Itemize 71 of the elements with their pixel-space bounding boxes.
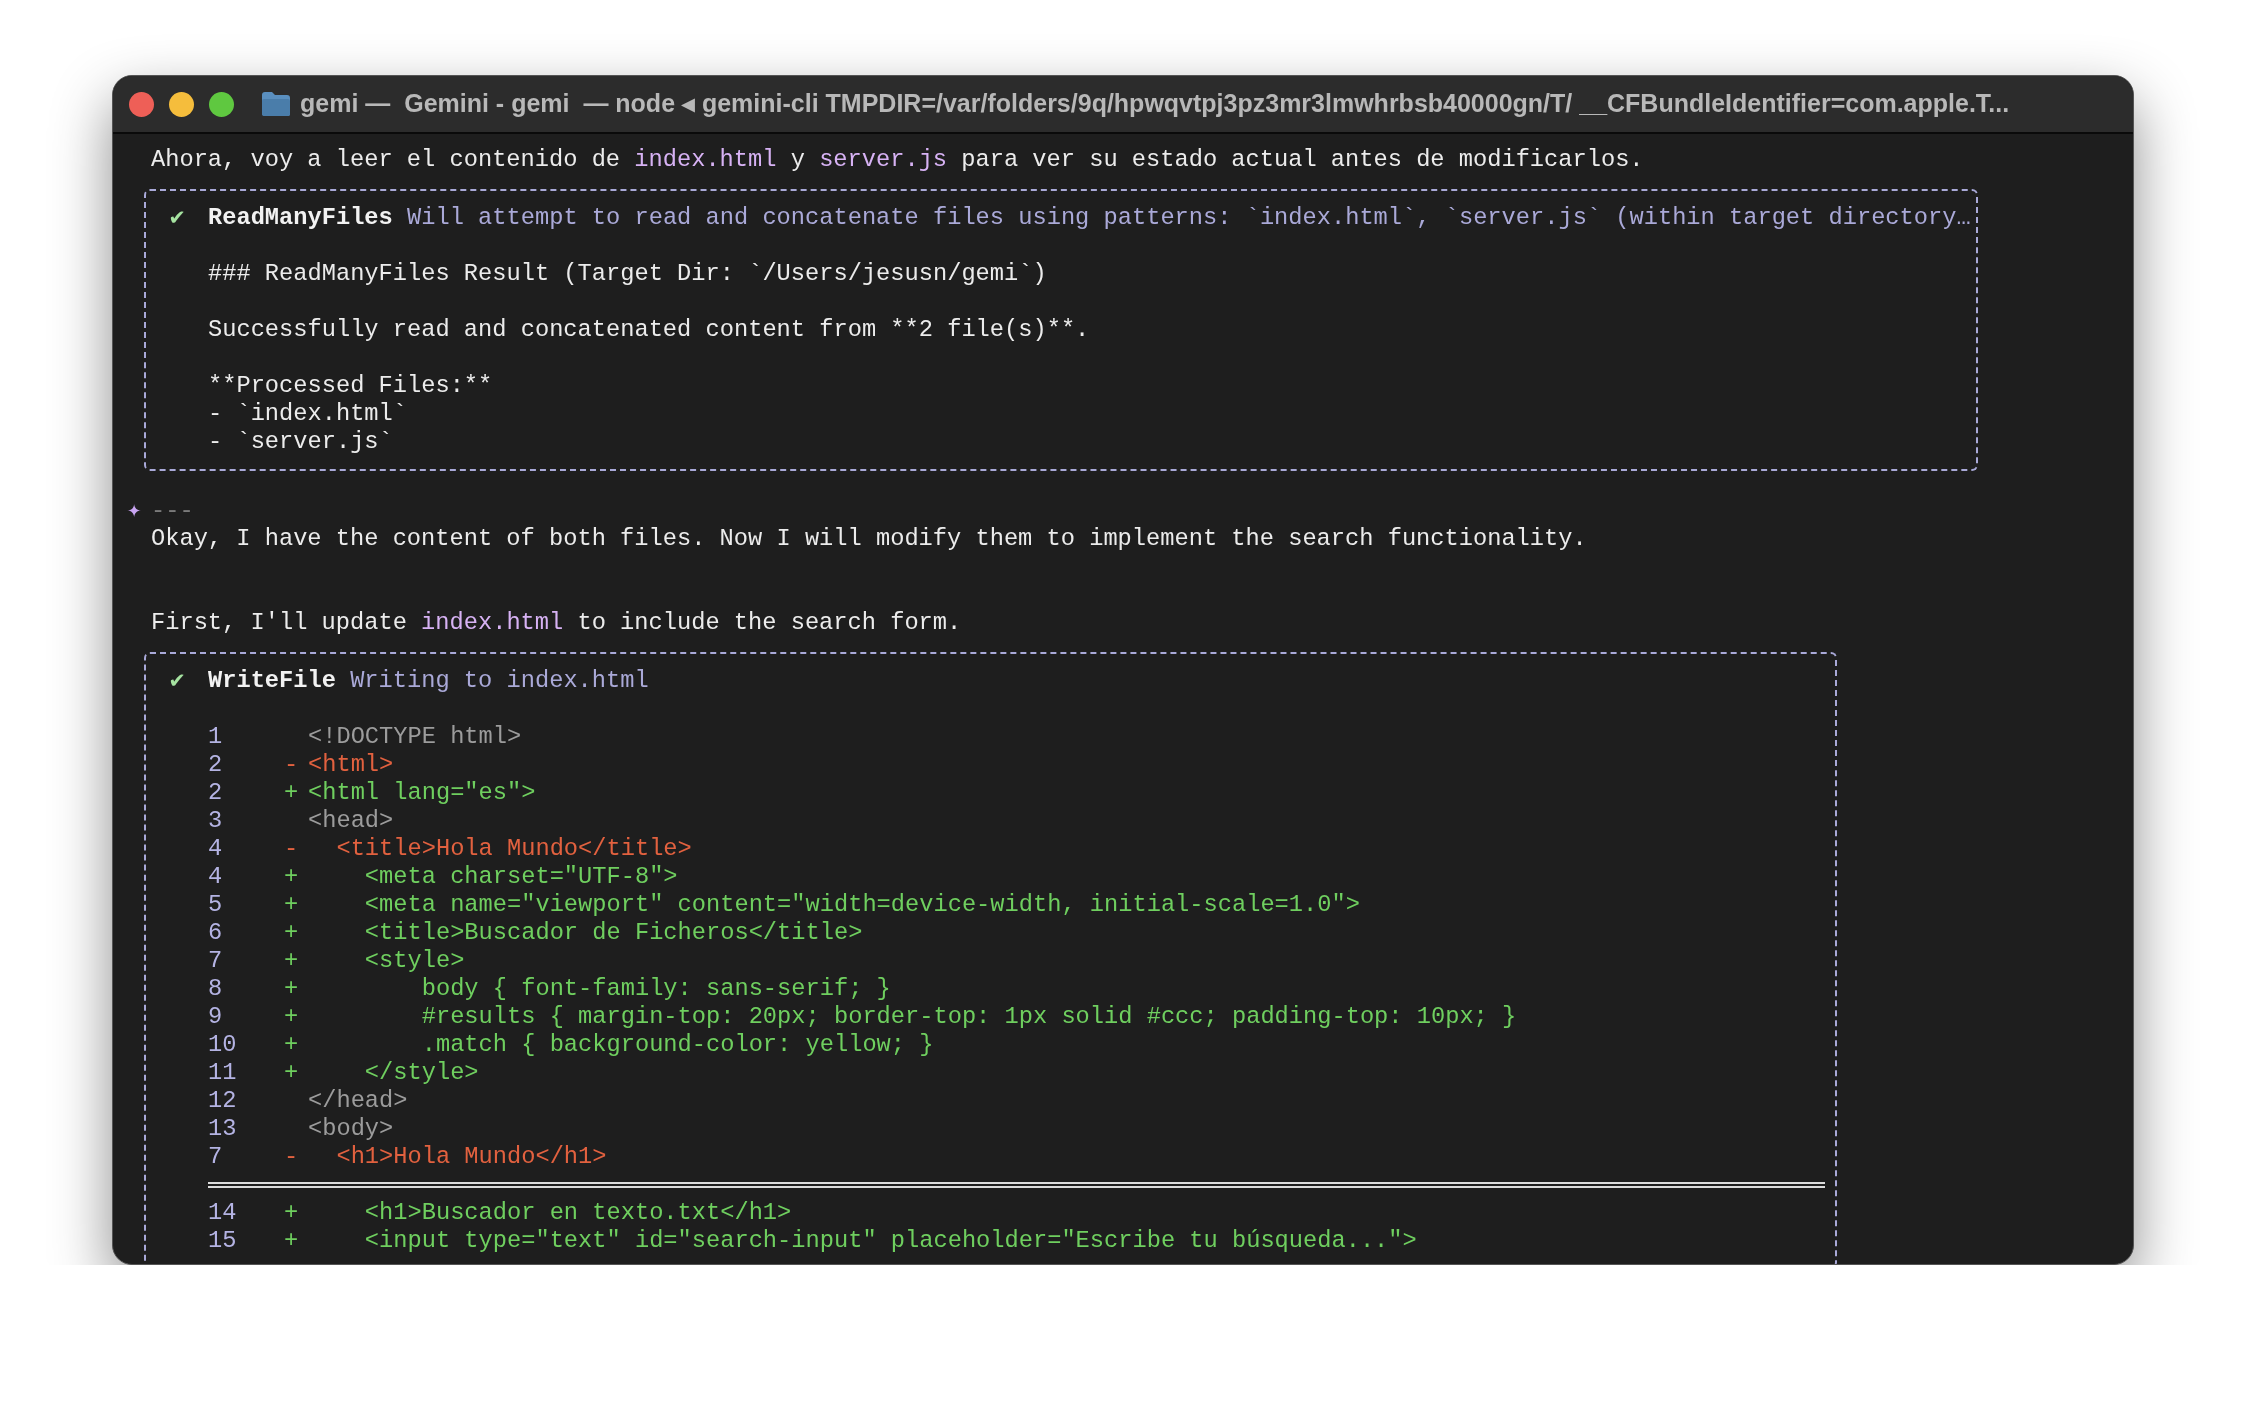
diff-sign: - bbox=[284, 835, 300, 863]
message-text: Ahora, voy a leer el contenido de index.html y server.js para ver su estado actual antes de modificarlos. bbox=[151, 146, 1645, 174]
line-number: 4 bbox=[208, 863, 224, 891]
code-line: <body> bbox=[308, 1115, 394, 1143]
folder-icon bbox=[261, 91, 291, 117]
tool-description: Will attempt to read and concatenate files using patterns: `index.html`, `server.js` (within target directory… bbox=[407, 204, 1971, 232]
diff-sign: + bbox=[284, 779, 300, 807]
code-line: <title>Hola Mundo</title> bbox=[335, 835, 692, 863]
code-line: <title>Buscador de Ficheros</title> bbox=[363, 919, 863, 947]
code-line: <h1>Buscador en texto.txt</h1> bbox=[363, 1199, 792, 1227]
code-line: <html> bbox=[308, 751, 394, 779]
diff-sign: + bbox=[284, 1199, 300, 1227]
code-line: </head> bbox=[308, 1087, 408, 1115]
diff-sign: + bbox=[284, 1031, 300, 1059]
message-text: Okay, I have the content of both files. Now I will modify them to implement the search functionality. bbox=[151, 525, 1588, 553]
zoom-button[interactable] bbox=[209, 91, 234, 117]
diff-sign: + bbox=[284, 1003, 300, 1031]
line-number: 13 bbox=[208, 1115, 238, 1143]
line-number: 15 bbox=[208, 1227, 238, 1255]
tool-description: Writing to index.html bbox=[350, 667, 649, 695]
output-line: Successfully read and concatenated content from **2 file(s)**. bbox=[208, 316, 1091, 344]
diff-sign: + bbox=[284, 975, 300, 1003]
output-line: - `index.html` bbox=[208, 400, 408, 428]
close-button[interactable] bbox=[129, 91, 154, 117]
window-title: gemi — Gemini - gemi — node ◂ gemini-cli TMPDIR=/var/folders/9q/hpwqvtpj3pz3mr3lmwhrbsb40000gn/T/ __CFBundleIdentifier=com.apple.T... bbox=[300, 88, 2010, 120]
code-line: <html lang="es"> bbox=[308, 779, 536, 807]
code-line: <meta name="viewport" content="width=device-width, initial-scale=1.0"> bbox=[363, 891, 1360, 919]
output-line: **Processed Files:** bbox=[208, 372, 494, 400]
code-line: <!DOCTYPE html> bbox=[308, 723, 522, 751]
diff-sign: + bbox=[284, 919, 300, 947]
diff-sign: - bbox=[284, 751, 300, 779]
code-line: body { font-family: sans-serif; } bbox=[420, 975, 891, 1003]
line-number: 4 bbox=[208, 835, 224, 863]
line-number: 2 bbox=[208, 751, 224, 779]
diff-sign: + bbox=[284, 947, 300, 975]
code-line: <style> bbox=[363, 947, 465, 975]
line-number: 12 bbox=[208, 1087, 238, 1115]
line-number: 8 bbox=[208, 975, 224, 1003]
diff-sign: + bbox=[284, 1227, 300, 1255]
check-icon: ✔ bbox=[170, 667, 208, 695]
code-line: <h1>Hola Mundo</h1> bbox=[335, 1143, 607, 1171]
line-number: 7 bbox=[208, 1143, 224, 1171]
diff-sign: + bbox=[284, 863, 300, 891]
tool-name: ReadManyFiles bbox=[208, 204, 393, 232]
code-line: .match { background-color: yellow; } bbox=[420, 1031, 934, 1059]
line-number: 3 bbox=[208, 807, 224, 835]
code-line: #results { margin-top: 20px; border-top: 1px solid #ccc; padding-top: 10px; } bbox=[420, 1003, 1517, 1031]
diff-sign: - bbox=[284, 1143, 300, 1171]
line-number: 14 bbox=[208, 1199, 238, 1227]
sparkle-icon: ✦ bbox=[127, 497, 142, 525]
output-line: - `server.js` bbox=[208, 428, 394, 456]
output-line: ### ReadManyFiles Result (Target Dir: `/Users/jesusn/gemi`) bbox=[208, 260, 1048, 288]
check-icon: ✔ bbox=[170, 204, 208, 232]
line-number: 1 bbox=[208, 723, 224, 751]
line-number: 10 bbox=[208, 1031, 238, 1059]
code-line: <input type="text" id="search-input" placeholder="Escribe tu búsqueda..."> bbox=[363, 1227, 1417, 1255]
code-line: <meta charset="UTF-8"> bbox=[363, 863, 678, 891]
line-number: 11 bbox=[208, 1059, 238, 1087]
line-number: 6 bbox=[208, 919, 224, 947]
diff-sign: + bbox=[284, 1059, 300, 1087]
line-number: 5 bbox=[208, 891, 224, 919]
line-number: 7 bbox=[208, 947, 224, 975]
code-line: </style> bbox=[363, 1059, 479, 1087]
message-text: --- bbox=[151, 497, 195, 525]
line-number: 9 bbox=[208, 1003, 224, 1031]
line-number: 2 bbox=[208, 779, 224, 807]
code-line: <head> bbox=[308, 807, 394, 835]
tool-name: WriteFile bbox=[208, 667, 336, 695]
message-text: First, I'll update index.html to include the search form. bbox=[151, 609, 963, 637]
diff-sign: + bbox=[284, 891, 300, 919]
minimize-button[interactable] bbox=[169, 91, 194, 117]
